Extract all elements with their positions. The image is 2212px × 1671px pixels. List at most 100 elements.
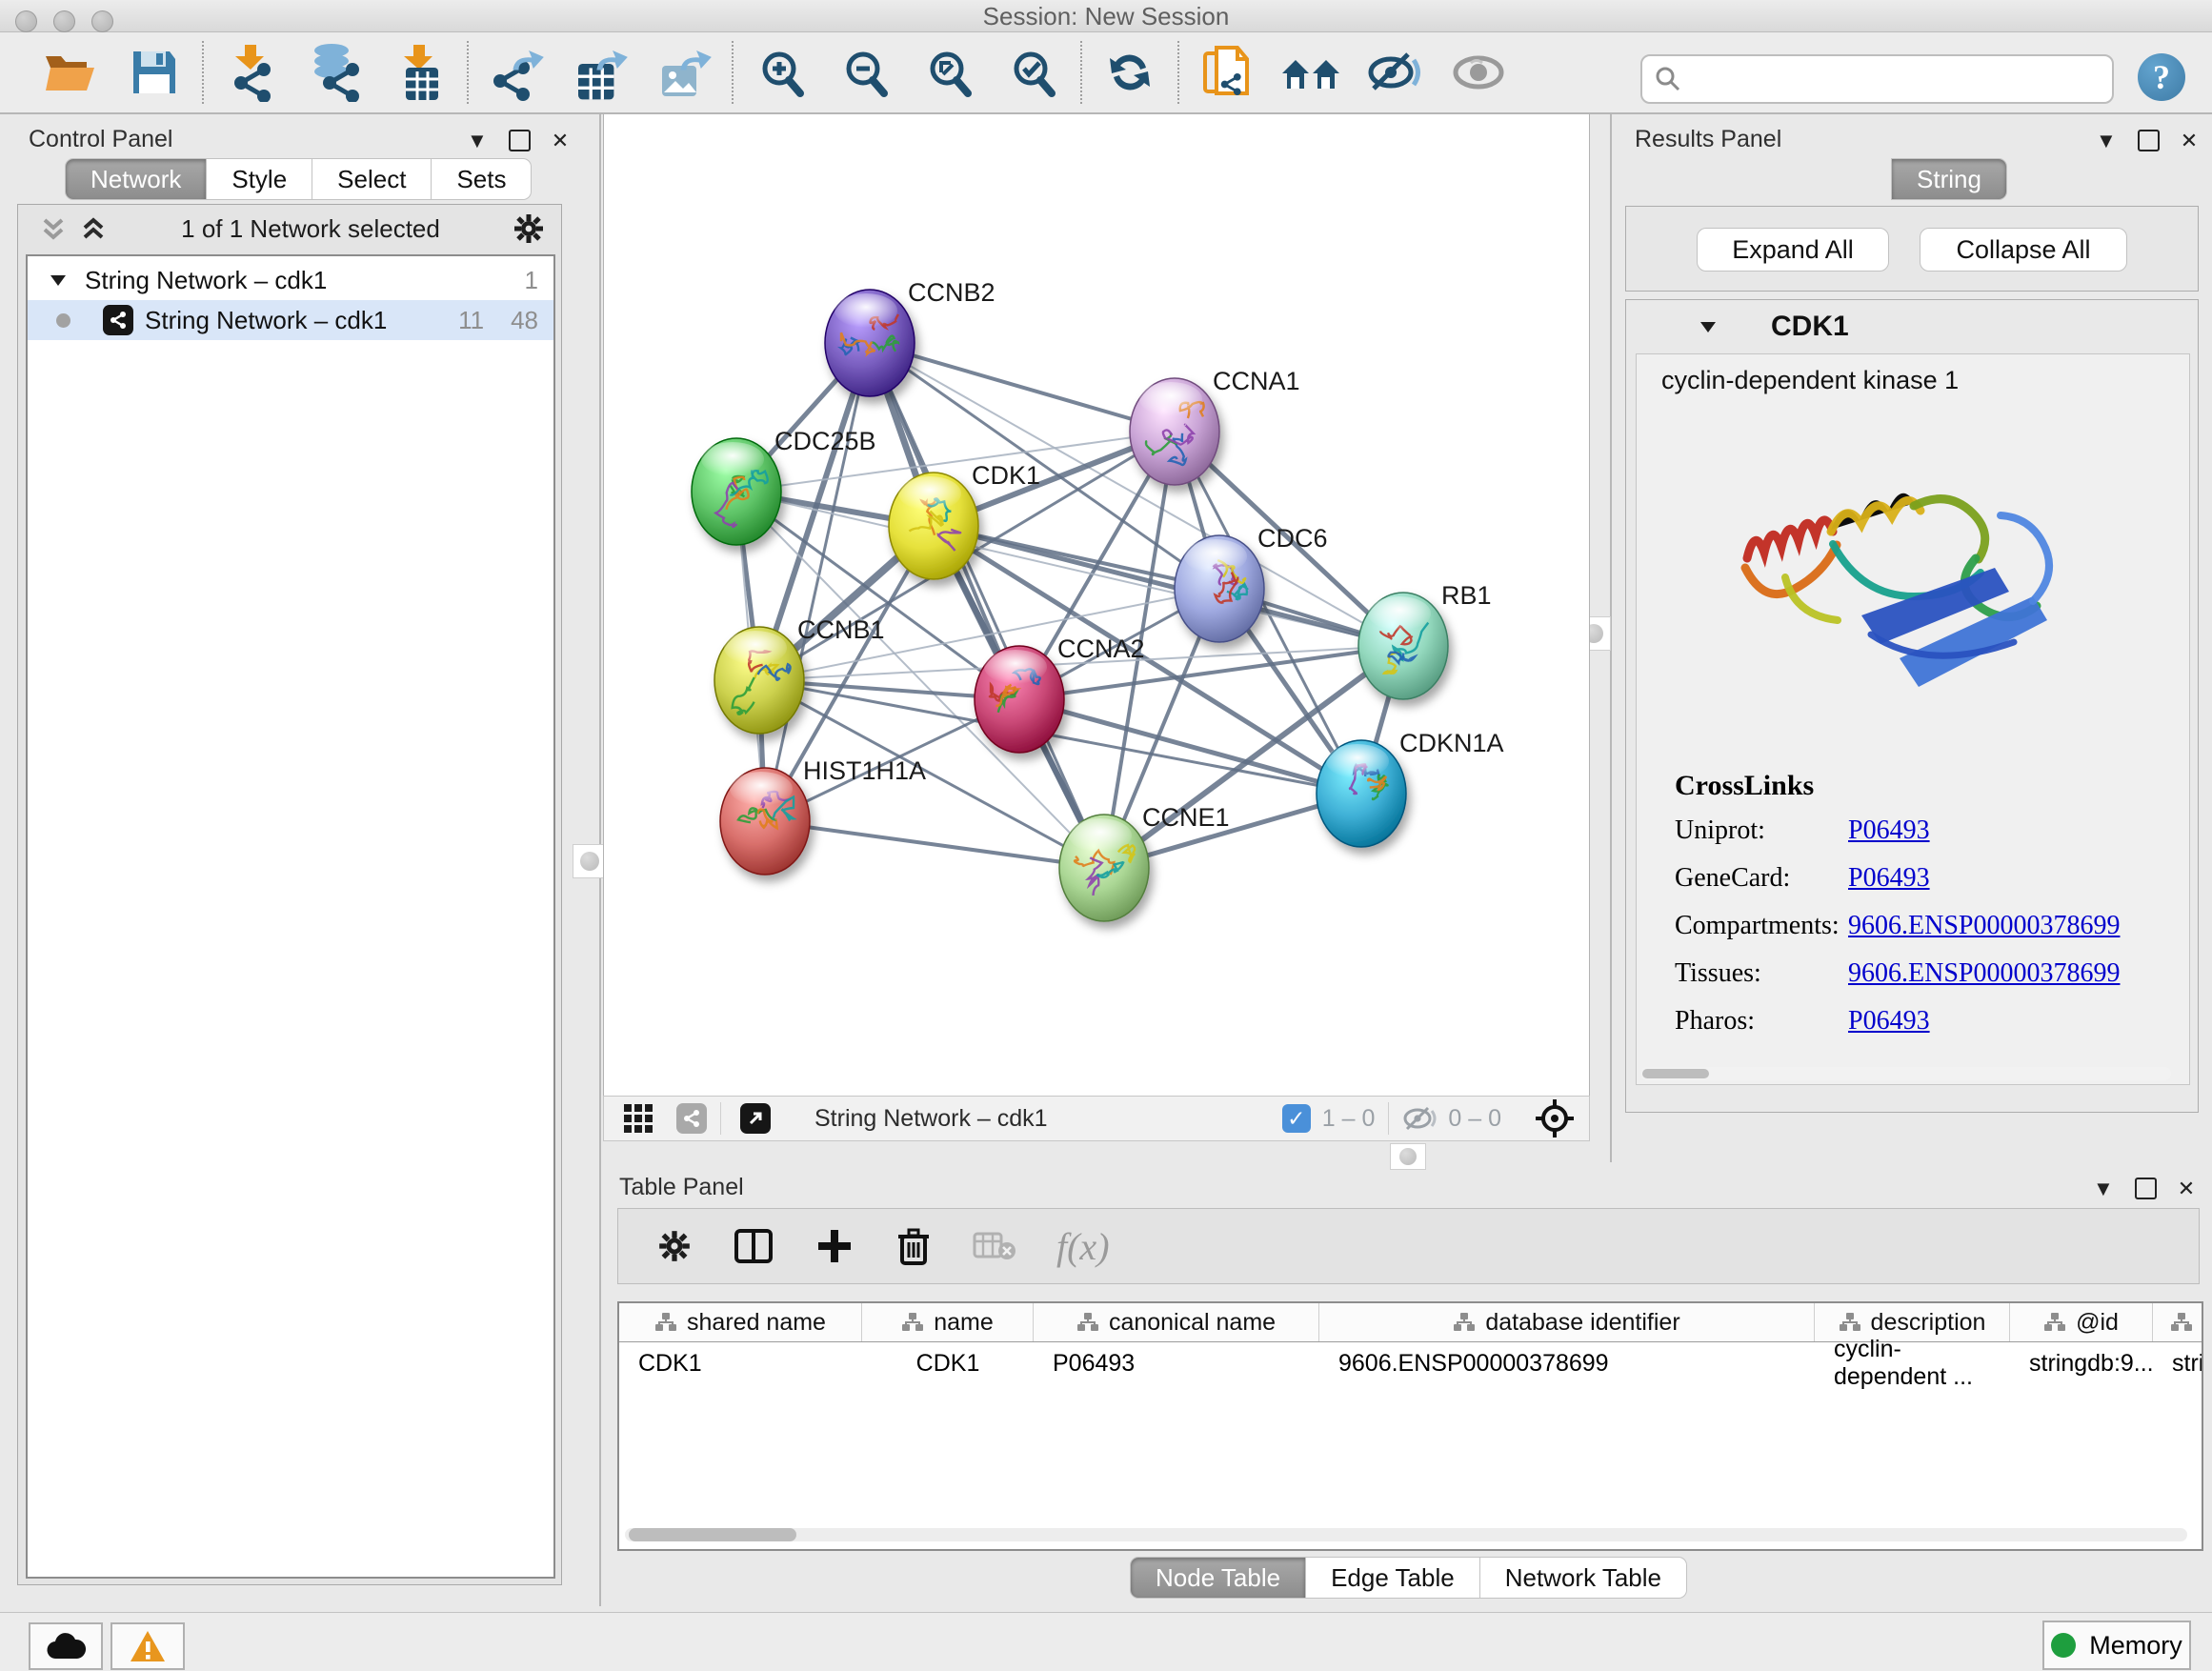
hidden-eye-icon[interactable] (1402, 1104, 1438, 1133)
edge-CCNB2-CCNE1[interactable] (870, 343, 1104, 868)
tab-select[interactable]: Select (312, 158, 432, 200)
refresh-button[interactable] (1088, 39, 1172, 106)
table-cell[interactable]: stringdb:9... (2010, 1350, 2153, 1378)
tab-node-table[interactable]: Node Table (1130, 1557, 1306, 1599)
tab-edge-table[interactable]: Edge Table (1306, 1557, 1480, 1599)
network-tree-item-row[interactable]: String Network – cdk1 11 48 (28, 300, 553, 340)
open-session-button[interactable] (29, 39, 112, 106)
expand-all-button[interactable]: Expand All (1697, 228, 1889, 272)
network-canvas[interactable]: CCNB2CCNA1CDC25BCDK1CDC6RB1CCNB1CCNA2CDK… (603, 114, 1590, 1096)
edge-CDK1-RB1[interactable] (934, 526, 1403, 646)
cloud-button[interactable] (29, 1622, 103, 1670)
export-table-button[interactable] (558, 39, 642, 106)
collapse-all-button[interactable]: Collapse All (1920, 228, 2127, 272)
network-tree-root-row[interactable]: String Network – cdk1 1 (28, 260, 553, 300)
column-header-name[interactable]: name (862, 1303, 1034, 1341)
open-in-new-window-icon[interactable] (740, 1103, 771, 1134)
close-panel-icon[interactable]: ✕ (2181, 131, 2198, 151)
save-session-button[interactable] (112, 39, 196, 106)
show-columns-icon[interactable] (733, 1225, 774, 1267)
table-cell[interactable]: cyclin-dependent ... (1815, 1336, 2010, 1391)
entry-hscrollbar[interactable] (1640, 1067, 2171, 1080)
node-HIST1H1A[interactable] (720, 768, 810, 875)
node-CCNE1[interactable] (1059, 815, 1149, 921)
table-row[interactable]: CDK1CDK1P064939606.ENSP00000378699cyclin… (619, 1342, 2202, 1384)
tab-string[interactable]: String (1891, 158, 2007, 200)
column-header-shared-name[interactable]: shared name (619, 1303, 862, 1341)
tab-style[interactable]: Style (207, 158, 312, 200)
node-table[interactable]: shared namenamecanonical namedatabase id… (617, 1301, 2203, 1551)
help-button[interactable]: ? (2138, 53, 2185, 101)
zoom-selected-button[interactable] (991, 39, 1075, 106)
column-header--id[interactable]: @id (2010, 1303, 2153, 1341)
node-CCNB1[interactable] (714, 627, 804, 734)
horizontal-splitter-handle[interactable] (1390, 1143, 1426, 1170)
memory-button[interactable]: Memory (2042, 1621, 2191, 1670)
float-panel-icon[interactable] (509, 130, 531, 151)
delete-column-trash-icon[interactable] (895, 1225, 933, 1267)
edge-CCNB2-CCNA1[interactable] (870, 343, 1175, 432)
gear-icon[interactable] (512, 211, 546, 246)
import-network-database-button[interactable] (293, 39, 377, 106)
node-CDC6[interactable] (1175, 535, 1264, 642)
clone-network-button[interactable] (1185, 39, 1269, 106)
float-panel-icon[interactable] (2135, 1178, 2157, 1199)
tab-network-table[interactable]: Network Table (1480, 1557, 1687, 1599)
zoom-in-button[interactable] (739, 39, 823, 106)
import-network-file-button[interactable] (210, 39, 293, 106)
tab-sets[interactable]: Sets (432, 158, 532, 200)
crosslink-link[interactable]: P06493 (1848, 1006, 1930, 1037)
home-button[interactable] (1269, 39, 1353, 106)
zoom-out-button[interactable] (823, 39, 907, 106)
node-CCNA1[interactable] (1130, 378, 1219, 485)
export-network-button[interactable] (474, 39, 558, 106)
close-panel-icon[interactable]: ✕ (552, 131, 569, 151)
node-CDKN1A[interactable] (1317, 740, 1406, 847)
close-panel-icon[interactable]: ✕ (2178, 1178, 2195, 1199)
panel-menu-icon[interactable]: ▼ (467, 131, 488, 151)
hide-selected-button[interactable] (1353, 39, 1437, 106)
warnings-button[interactable] (111, 1622, 185, 1670)
zoom-fit-button[interactable] (907, 39, 991, 106)
edge-CCNB2-HIST1H1A[interactable] (765, 343, 870, 821)
table-cell[interactable]: stringdb (2153, 1350, 2203, 1378)
selected-nodes-checkbox[interactable]: ✓ (1282, 1104, 1311, 1133)
entry-expander-icon[interactable] (1699, 317, 1718, 336)
node-CDC25B[interactable] (692, 438, 781, 545)
node-CCNA2[interactable] (975, 646, 1064, 753)
tree-expander-icon[interactable] (49, 271, 68, 290)
table-settings-gear-icon[interactable] (656, 1228, 693, 1264)
panel-menu-icon[interactable]: ▼ (2096, 131, 2117, 151)
node-CDK1[interactable] (889, 473, 978, 579)
crosslink-link[interactable]: 9606.ENSP00000378699 (1848, 911, 2120, 941)
left-splitter-handle[interactable] (573, 844, 607, 878)
float-panel-icon[interactable] (2138, 130, 2160, 151)
node-RB1[interactable] (1358, 593, 1448, 699)
search-input[interactable] (1682, 60, 2112, 98)
import-table-button[interactable] (377, 39, 461, 106)
export-image-button[interactable] (642, 39, 726, 106)
edge-HIST1H1A-CCNE1[interactable] (765, 821, 1104, 868)
collapse-all-icon[interactable] (37, 212, 70, 245)
column-header-canonical-name[interactable]: canonical name (1034, 1303, 1319, 1341)
network-share-icon[interactable] (676, 1103, 707, 1134)
column-header-namespace[interactable]: namespace (2153, 1303, 2203, 1341)
expand-all-icon[interactable] (77, 212, 110, 245)
crosslink-link[interactable]: P06493 (1848, 815, 1930, 846)
result-entry-header[interactable]: CDK1 (1630, 304, 2194, 350)
table-cell[interactable]: CDK1 (862, 1350, 1034, 1378)
panel-menu-icon[interactable]: ▼ (2093, 1178, 2114, 1199)
column-header-database-identifier[interactable]: database identifier (1319, 1303, 1815, 1341)
table-cell[interactable]: P06493 (1034, 1350, 1319, 1378)
node-CCNB2[interactable] (825, 290, 915, 396)
crosslink-link[interactable]: 9606.ENSP00000378699 (1848, 958, 2120, 989)
show-all-button[interactable] (1437, 39, 1520, 106)
table-hscrollbar[interactable] (625, 1528, 2187, 1541)
table-cell[interactable]: 9606.ENSP00000378699 (1319, 1350, 1815, 1378)
birdseye-view-icon[interactable] (621, 1101, 655, 1136)
fit-selected-crosshair-icon[interactable] (1534, 1097, 1576, 1139)
tab-network[interactable]: Network (65, 158, 207, 200)
crosslink-link[interactable]: P06493 (1848, 863, 1930, 894)
table-cell[interactable]: CDK1 (619, 1350, 862, 1378)
create-column-plus-icon[interactable] (814, 1226, 855, 1266)
